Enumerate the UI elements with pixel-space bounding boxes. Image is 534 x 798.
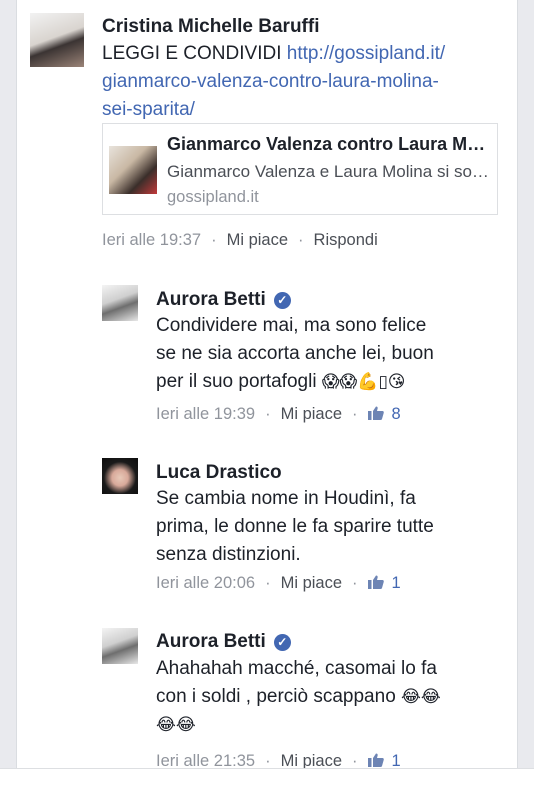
post-reply-button[interactable]: Rispondi [314,231,378,249]
separator-dot: · [298,231,304,249]
avatar-aurora[interactable] [102,285,138,321]
separator-dot: · [352,405,358,423]
post-meta: Ieri alle 19:37 · Mi piace · Rispondi [102,231,378,250]
avatar-aurora[interactable] [102,628,138,664]
thumbs-up-icon [367,753,384,767]
thumbs-up-icon [367,406,384,420]
comment-time[interactable]: Ieri alle 20:06 [156,574,255,592]
comment-text: Se cambia nome in Houdinì, fa prima, le … [156,488,434,565]
like-count[interactable]: 1 [392,574,401,592]
avatar-luca[interactable] [102,458,138,494]
comment-author[interactable]: Aurora Betti ✓ [156,289,291,311]
emoji-group: 😂😂 [156,715,196,735]
post-link-line1[interactable]: http://gossipland.it/ [287,43,445,64]
preview-domain: gossipland.it [167,188,259,206]
comment-meta: Ieri alle 20:06 · Mi piace · 1 [156,574,401,593]
post-author[interactable]: Cristina Michelle Baruffi [102,16,320,38]
link-preview[interactable]: Gianmarco Valenza contro Laura Molina: "… [102,123,498,215]
post-like-button[interactable]: Mi piace [227,231,288,249]
comment-text: Ahahahah macché, casomai lo fa con i sol… [156,658,441,735]
separator-dot: · [265,405,271,423]
like-count[interactable]: 8 [392,405,401,423]
preview-title: Gianmarco Valenza contro Laura Molina: "… [167,134,491,154]
separator-dot: · [352,574,358,592]
comment-meta: Ieri alle 19:39 · Mi piace · 8 [156,405,401,424]
comment-text: Condividere mai, ma sono felice se ne si… [156,315,434,392]
comment-composer-bar[interactable] [0,768,534,798]
thumbs-up-icon [367,575,384,589]
emoji-group: 😂😂 [401,687,441,707]
post-link-line3[interactable]: sei-sparita/ [102,99,195,120]
verified-check-icon: ✓ [273,292,291,309]
comment-author[interactable]: Luca Drastico [156,462,282,484]
avatar-cristina[interactable] [30,13,84,67]
preview-description: Gianmarco Valenza e Laura Molina si sono… [167,162,491,181]
post-text-prefix: LEGGI E CONDIVIDI [102,43,287,64]
separator-dot: · [265,574,271,592]
post-link-line2[interactable]: gianmarco-valenza-contro-laura-molina- [102,71,439,92]
comment-author[interactable]: Aurora Betti ✓ [156,631,291,653]
separator-dot: · [211,231,217,249]
comment-like-button[interactable]: Mi piace [281,405,342,423]
verified-check-icon: ✓ [273,634,291,651]
comment-like-button[interactable]: Mi piace [281,574,342,592]
post-text: LEGGI E CONDIVIDI http://gossipland.it/ … [102,40,502,124]
post-time[interactable]: Ieri alle 19:37 [102,231,201,249]
preview-thumbnail [109,146,157,194]
emoji-group: 😱😱💪▯😘 [321,372,406,392]
comment-time[interactable]: Ieri alle 19:39 [156,405,255,423]
